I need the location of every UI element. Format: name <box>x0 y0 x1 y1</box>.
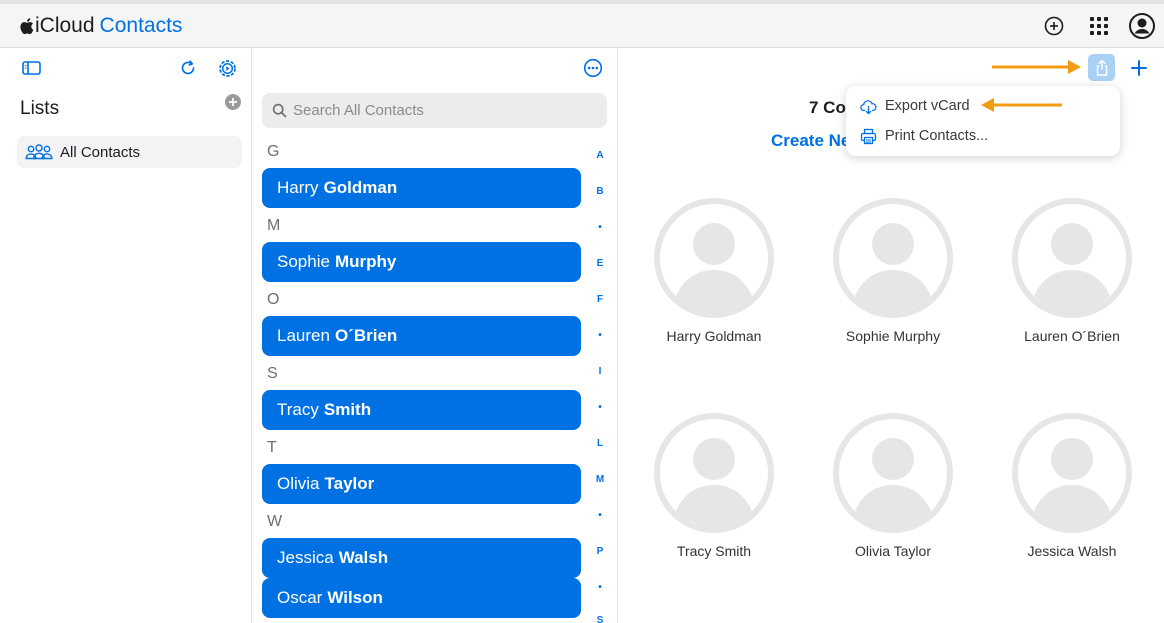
brand-app-name: Contacts <box>99 14 183 37</box>
search-field[interactable] <box>262 93 607 128</box>
contact-row[interactable]: Sophie Murphy <box>262 242 581 282</box>
account-icon[interactable] <box>1128 12 1156 40</box>
add-circle-icon[interactable] <box>1042 14 1066 38</box>
contact-row[interactable]: Olivia Taylor <box>262 464 581 504</box>
avatar <box>654 413 774 533</box>
contact-last-name: O´Brien <box>334 326 398 345</box>
avatar <box>1012 413 1132 533</box>
top-bar: iCloud Contacts <box>0 4 1164 48</box>
lists-title: Lists <box>20 98 60 119</box>
contact-first-name: Tracy <box>277 400 319 419</box>
search-icon <box>272 103 287 118</box>
annotation-arrow-right-icon <box>992 60 1081 74</box>
avatar <box>833 413 953 533</box>
menu-item-label: Print Contacts... <box>885 128 989 144</box>
annotation-arrow-left-icon <box>981 98 1062 112</box>
section-letter: G <box>267 143 280 160</box>
menu-item-label: Export vCard <box>885 98 970 114</box>
index-letter[interactable]: • <box>590 510 610 521</box>
section-letter: W <box>267 513 283 530</box>
contact-last-name: Walsh <box>338 548 389 567</box>
index-letter[interactable]: E <box>590 258 610 269</box>
share-button[interactable] <box>1088 54 1115 81</box>
more-options-icon[interactable] <box>583 58 603 78</box>
section-letter: M <box>267 217 281 234</box>
index-letter[interactable]: • <box>590 222 610 233</box>
sidebar-item-all-contacts[interactable]: All Contacts <box>17 136 242 168</box>
printer-icon <box>860 128 877 144</box>
cloud-download-icon <box>860 99 877 114</box>
index-letter[interactable]: • <box>590 582 610 593</box>
contact-row[interactable]: Jessica Walsh <box>262 538 581 578</box>
contact-list-column: G Harry Goldman M Sophie Murphy O Lauren… <box>252 48 618 623</box>
contact-first-name: Jessica <box>277 548 334 567</box>
contact-card[interactable]: Tracy Smith <box>624 413 804 559</box>
contact-count: 7 Co <box>809 98 846 117</box>
contact-last-name: Wilson <box>327 588 383 607</box>
contact-last-name: Taylor <box>324 474 375 493</box>
sidebar-toggle-icon[interactable] <box>22 60 41 76</box>
people-icon <box>25 144 53 160</box>
avatar <box>833 198 953 318</box>
index-letter[interactable]: F <box>590 294 610 305</box>
section-letter: O <box>267 291 280 308</box>
index-letter[interactable]: S <box>590 615 610 623</box>
contact-first-name: Sophie <box>277 252 330 271</box>
contact-card-name: Lauren O´Brien <box>1024 328 1120 344</box>
add-list-icon[interactable] <box>225 94 241 110</box>
menu-item-export-vcard[interactable]: Export vCard <box>860 95 970 117</box>
refresh-icon[interactable] <box>178 58 198 78</box>
section-letter: S <box>267 365 278 382</box>
index-letter[interactable]: L <box>590 438 610 449</box>
contact-row[interactable]: Oscar Wilson <box>262 578 581 618</box>
contact-first-name: Oscar <box>277 588 323 607</box>
sidebar-item-label: All Contacts <box>60 143 141 161</box>
add-contact-icon[interactable] <box>1129 58 1149 78</box>
contact-card-name: Harry Goldman <box>666 328 762 344</box>
app-grid-icon[interactable] <box>1087 14 1111 38</box>
contact-card[interactable]: Harry Goldman <box>624 198 804 344</box>
contact-card[interactable]: Olivia Taylor <box>803 413 983 559</box>
contact-card-name: Tracy Smith <box>676 543 752 559</box>
contact-row[interactable]: Lauren O´Brien <box>262 316 581 356</box>
contact-last-name: Smith <box>323 400 372 419</box>
index-letter[interactable]: • <box>590 330 610 341</box>
contact-first-name: Olivia <box>277 474 320 493</box>
contact-card[interactable]: Sophie Murphy <box>803 198 983 344</box>
create-new-link[interactable]: Create Ne <box>771 131 850 151</box>
contact-card-name: Olivia Taylor <box>855 543 931 559</box>
brand[interactable]: iCloud Contacts <box>19 14 182 38</box>
sidebar: Lists All Contacts <box>0 48 252 623</box>
contact-first-name: Lauren <box>277 326 330 345</box>
index-letter[interactable]: B <box>590 186 610 197</box>
index-letter[interactable]: I <box>590 366 610 377</box>
section-letter: T <box>267 439 277 456</box>
contact-row[interactable]: Tracy Smith <box>262 390 581 430</box>
contact-first-name: Harry <box>277 178 319 197</box>
index-letter[interactable]: P <box>590 546 610 557</box>
avatar <box>1012 198 1132 318</box>
avatar <box>654 198 774 318</box>
brand-icloud: iCloud <box>35 14 95 37</box>
share-icon <box>1096 59 1107 76</box>
menu-item-print-contacts[interactable]: Print Contacts... <box>860 125 988 147</box>
index-letter[interactable]: A <box>590 150 610 161</box>
contact-last-name: Murphy <box>334 252 397 271</box>
contact-row[interactable]: Harry Goldman <box>262 168 581 208</box>
contact-card-name: Sophie Murphy <box>845 328 941 344</box>
contact-card-name: Jessica Walsh <box>1027 543 1117 559</box>
contact-card[interactable]: Jessica Walsh <box>982 413 1162 559</box>
search-input[interactable] <box>293 102 593 119</box>
contact-last-name: Goldman <box>323 178 398 197</box>
contact-card[interactable]: Lauren O´Brien <box>982 198 1162 344</box>
index-letter[interactable]: • <box>590 402 610 413</box>
index-letter[interactable]: M <box>590 474 610 485</box>
apple-logo-icon <box>20 18 34 35</box>
settings-gear-icon[interactable] <box>217 58 238 79</box>
